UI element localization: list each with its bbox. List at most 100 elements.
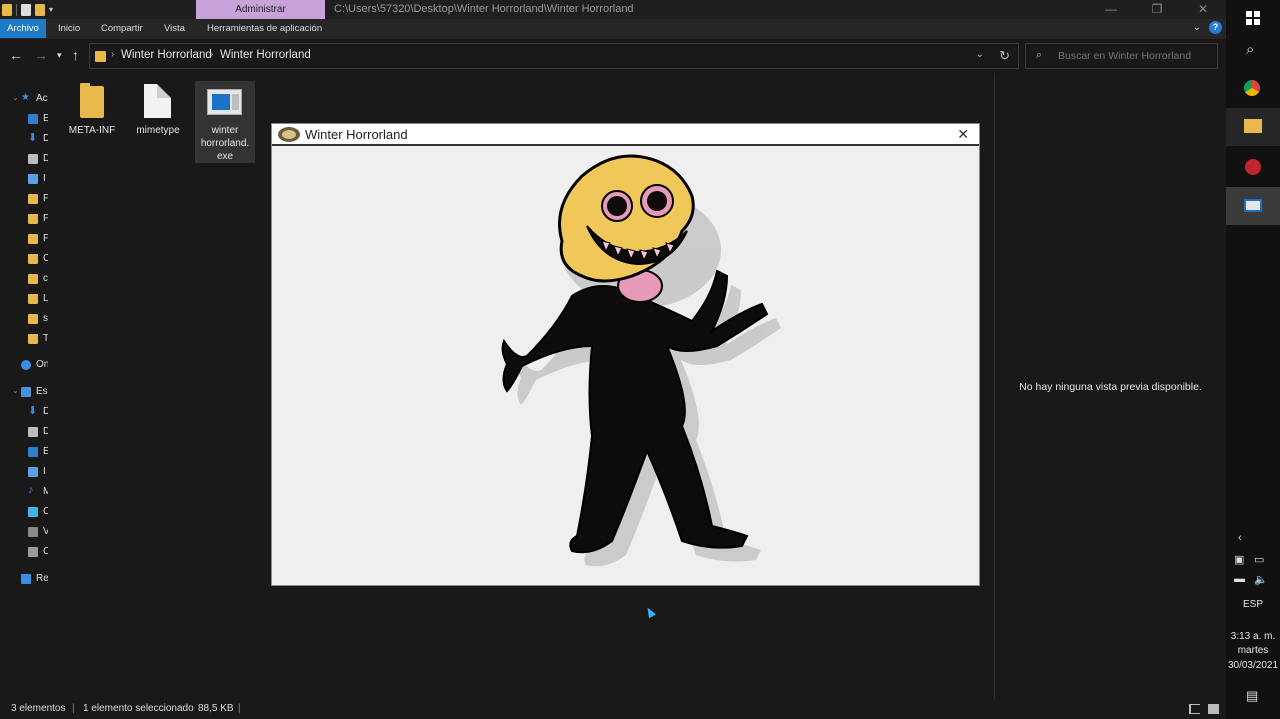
language-indicator[interactable]: ESP (1226, 598, 1280, 612)
sidebar-item[interactable]: C (0, 251, 48, 267)
search-box[interactable]: ⌕ (1025, 43, 1218, 69)
chrome-button[interactable] (1226, 70, 1280, 108)
file-name: mimetype (136, 125, 180, 136)
minimize-button[interactable]: — (1088, 0, 1134, 19)
app-titlebar: Winter Horrorland ✕ (272, 124, 979, 146)
tab-herramientas-de-aplicacion[interactable]: Herramientas de aplicación (207, 19, 322, 38)
new-folder-icon[interactable] (35, 3, 45, 16)
application-icon (207, 89, 242, 115)
folder-icon[interactable] (2, 3, 12, 16)
sidebar-item-network[interactable]: Re (0, 571, 48, 587)
file-item-exe[interactable]: winter horrorland. exe (195, 81, 255, 163)
folder-icon (80, 83, 104, 118)
pictures-icon (28, 174, 38, 184)
app-window: Winter Horrorland ✕ (271, 123, 980, 586)
sidebar-item[interactable]: c (0, 271, 48, 287)
search-icon: ⌕ (1246, 41, 1255, 58)
sidebar-item[interactable]: C (0, 504, 48, 520)
expand-ribbon-icon[interactable]: ⌄ (1193, 22, 1201, 33)
forward-button[interactable]: → (34, 47, 48, 63)
app-button[interactable] (1226, 148, 1280, 186)
sidebar-item[interactable]: ♪ M (0, 484, 48, 500)
close-button[interactable]: ✕ (1180, 0, 1226, 19)
sidebar-item[interactable]: I (0, 171, 48, 187)
folder-icon (28, 254, 38, 264)
back-button[interactable]: ← (9, 47, 23, 63)
breadcrumb-item[interactable]: Winter Horrorland (220, 49, 311, 61)
sidebar-item-this-pc[interactable]: ⌄ Es (0, 384, 48, 400)
winter-horrorland-button[interactable] (1226, 187, 1280, 225)
notification-icon[interactable]: ▣ (1234, 553, 1244, 566)
folder-icon (28, 314, 38, 324)
selection-size: 88,5 KB (198, 703, 234, 714)
folder-icon (28, 234, 38, 244)
sidebar-item[interactable]: ⬇ D (0, 404, 48, 420)
chevron-up-icon[interactable]: ‹ (1238, 532, 1242, 544)
context-tab-administrar[interactable]: Administrar (196, 0, 325, 19)
game-canvas[interactable] (272, 146, 979, 585)
details-view-icon[interactable] (1189, 704, 1200, 714)
sidebar-item-onedrive[interactable]: On (0, 357, 48, 373)
tab-vista[interactable]: Vista (164, 19, 185, 38)
sidebar-item[interactable]: C (0, 544, 48, 560)
app-icon (1245, 159, 1261, 175)
recent-locations-icon[interactable]: ▾ (57, 50, 62, 61)
toolbar-separator (16, 3, 17, 16)
clock-date[interactable]: 30/03/2021 (1226, 659, 1280, 673)
desktop-icon (28, 114, 38, 124)
breadcrumb-item[interactable]: Winter Horrorland (121, 49, 212, 61)
sidebar-item[interactable]: T (0, 331, 48, 347)
selection-count: 1 elemento seleccionado (83, 703, 194, 714)
sidebar-item[interactable]: ⬇ D (0, 131, 48, 147)
chevron-down-icon[interactable]: ⌄ (976, 49, 984, 60)
sidebar-item[interactable]: D (0, 151, 48, 167)
refresh-icon[interactable]: ↻ (999, 48, 1010, 64)
windows-icon (1246, 11, 1260, 25)
up-button[interactable]: ↑ (72, 47, 79, 63)
sidebar-item[interactable]: I (0, 464, 48, 480)
sidebar-item[interactable]: E (0, 111, 48, 127)
search-input[interactable] (1058, 48, 1208, 64)
file-item-meta-inf[interactable]: META-INF (62, 81, 122, 163)
file-item-mimetype[interactable]: mimetype (128, 81, 188, 163)
preview-message: No hay ninguna vista previa disponible. (1019, 381, 1202, 393)
help-icon[interactable]: ? (1209, 21, 1222, 34)
navigation-pane: ⌄ ★ Ac E ⬇ D D I F F F C c L s T On ⌄ Es ⬇… (0, 73, 48, 700)
sidebar-item[interactable]: F (0, 191, 48, 207)
battery-icon[interactable]: ▬ (1234, 573, 1245, 585)
sidebar-item[interactable]: V (0, 524, 48, 540)
documents-icon (28, 427, 38, 437)
customize-toolbar-icon[interactable]: ▾ (49, 4, 57, 16)
app-close-button[interactable]: ✕ (957, 126, 969, 143)
action-center-icon[interactable]: ▤ (1246, 688, 1258, 704)
sidebar-item[interactable]: D (0, 424, 48, 440)
sidebar-item[interactable]: L (0, 291, 48, 307)
sidebar-item[interactable]: s (0, 311, 48, 327)
3d-objects-icon (28, 507, 38, 517)
sidebar-item[interactable]: F (0, 231, 48, 247)
tab-compartir[interactable]: Compartir (101, 19, 143, 38)
chevron-right-icon[interactable]: › (210, 49, 213, 60)
file-name: META-INF (68, 125, 116, 136)
clock-day[interactable]: martes (1226, 644, 1280, 658)
item-count: 3 elementos (11, 703, 66, 714)
search-button[interactable]: ⌕ (1226, 31, 1280, 69)
sidebar-item[interactable]: F (0, 211, 48, 227)
clock-time[interactable]: 3:13 a. m. (1226, 630, 1280, 644)
tab-archivo[interactable]: Archivo (0, 19, 46, 38)
sidebar-item-quick-access[interactable]: ⌄ ★ Ac (0, 91, 48, 107)
properties-icon[interactable] (21, 3, 31, 16)
sidebar-item[interactable]: E (0, 444, 48, 460)
drive-icon (28, 547, 38, 557)
chrome-icon (1244, 80, 1260, 96)
restore-button[interactable]: ❐ (1134, 0, 1180, 19)
volume-icon[interactable]: 🔈 (1254, 573, 1268, 586)
star-icon: ★ (21, 92, 30, 103)
address-bar[interactable]: › Winter Horrorland › Winter Horrorland … (89, 43, 1019, 69)
file-explorer-button[interactable] (1226, 108, 1280, 146)
chevron-right-icon[interactable]: › (111, 49, 114, 60)
network-icon[interactable]: ▭ (1254, 553, 1264, 566)
tab-inicio[interactable]: Inicio (58, 19, 80, 38)
taskbar: ⌕ ‹ ▣ ▭ ▬ 🔈 ESP 3:13 a. m. martes 30/03/… (1226, 0, 1280, 719)
large-icons-view-icon[interactable] (1208, 704, 1219, 714)
